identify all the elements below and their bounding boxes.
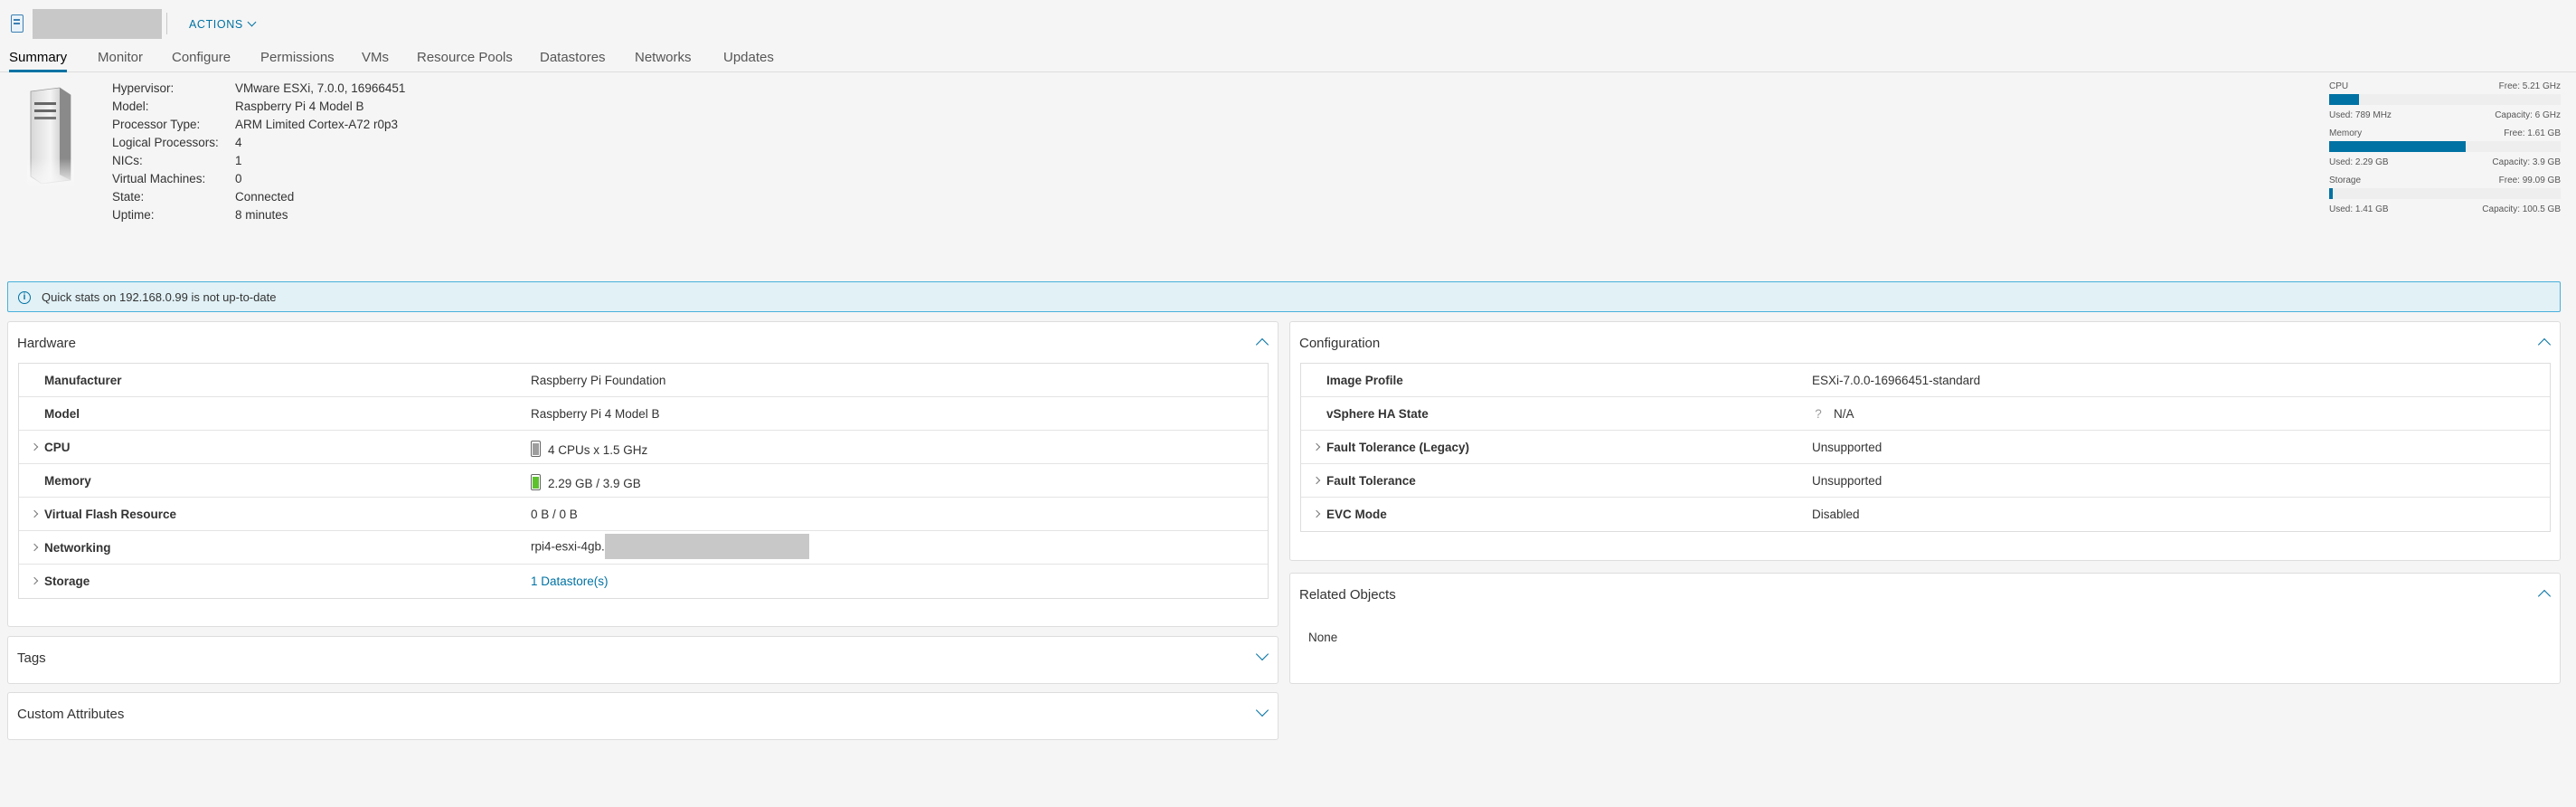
actions-menu-button[interactable]: ACTIONS <box>189 17 257 31</box>
cfg-row-ha-state: vSphere HA State ? N/A <box>1301 397 2550 431</box>
hostname-redacted <box>604 534 809 559</box>
prop-model: Model: Raspberry Pi 4 Model B <box>112 100 364 113</box>
expand-ft-icon[interactable] <box>1312 476 1321 485</box>
prop-hypervisor: Hypervisor: VMware ESXi, 7.0.0, 16966451 <box>112 81 406 95</box>
host-properties: Hypervisor: VMware ESXi, 7.0.0, 16966451 … <box>112 80 405 224</box>
prop-uptime: Uptime: 8 minutes <box>112 208 288 222</box>
hardware-card: Hardware Manufacturer Raspberry Pi Found… <box>7 321 1279 627</box>
hardware-title: Hardware <box>17 336 77 351</box>
prop-state: State: Connected <box>112 190 295 204</box>
expand-tags-icon[interactable] <box>1255 647 1269 661</box>
hw-row-cpu: CPU 4 CPUs x 1.5 GHz <box>19 431 1268 464</box>
memory-stat: Memory Free: 1.61 GB Used: 2.29 GB Capac… <box>2329 128 2561 167</box>
tab-vms[interactable]: VMs <box>362 50 389 72</box>
tab-monitor[interactable]: Monitor <box>98 50 143 72</box>
custom-attributes-title: Custom Attributes <box>17 707 125 722</box>
info-icon: i <box>18 291 31 304</box>
expand-cpu-icon[interactable] <box>30 442 39 451</box>
storage-stat: Storage Free: 99.09 GB Used: 1.41 GB Cap… <box>2329 176 2561 214</box>
object-header: ACTIONS <box>0 0 2576 45</box>
custom-attributes-card: Custom Attributes <box>7 692 1279 740</box>
tags-card: Tags <box>7 636 1279 684</box>
hardware-grid: Manufacturer Raspberry Pi Foundation Mod… <box>18 363 1269 599</box>
expand-ft-legacy-icon[interactable] <box>1312 442 1321 451</box>
alert-message: Quick stats on 192.168.0.99 is not up-to… <box>42 290 277 304</box>
cpu-usage-battery-icon <box>531 441 541 457</box>
related-objects-none: None <box>1308 631 1338 644</box>
info-alert: i Quick stats on 192.168.0.99 is not up-… <box>7 281 2561 312</box>
cpu-stat: CPU Free: 5.21 GHz Used: 789 MHz Capacit… <box>2329 81 2561 120</box>
tab-datastores[interactable]: Datastores <box>540 50 606 72</box>
hw-row-storage: Storage 1 Datastore(s) <box>19 565 1268 598</box>
tab-resource-pools[interactable]: Resource Pools <box>417 50 513 72</box>
actions-label: ACTIONS <box>189 18 243 31</box>
prop-processor-type: Processor Type: ARM Limited Cortex-A72 r0… <box>112 118 399 131</box>
host-name-redacted <box>33 9 162 39</box>
cfg-row-ft-legacy: Fault Tolerance (Legacy) Unsupported <box>1301 431 2550 464</box>
expand-storage-icon[interactable] <box>30 576 39 585</box>
related-objects-card: Related Objects None <box>1289 573 2561 684</box>
server-icon <box>27 87 74 187</box>
memory-usage-bar <box>2329 141 2561 152</box>
hw-row-manufacturer: Manufacturer Raspberry Pi Foundation <box>19 364 1268 397</box>
question-icon: ? <box>1815 407 1822 421</box>
hw-row-memory: Memory 2.29 GB / 3.9 GB <box>19 464 1268 498</box>
collapse-related-objects-icon[interactable] <box>2537 589 2552 603</box>
expand-evc-mode-icon[interactable] <box>1312 509 1321 518</box>
tab-networks[interactable]: Networks <box>635 50 692 72</box>
tab-updates[interactable]: Updates <box>723 50 774 72</box>
host-icon <box>11 14 24 33</box>
expand-custom-attributes-icon[interactable] <box>1255 703 1269 717</box>
hw-row-networking: Networking rpi4-esxi-4gb. <box>19 531 1268 565</box>
storage-usage-bar <box>2329 188 2561 199</box>
tags-title: Tags <box>17 650 46 666</box>
expand-virtual-flash-icon[interactable] <box>30 509 39 518</box>
configuration-title: Configuration <box>1299 336 1381 351</box>
tab-summary[interactable]: Summary <box>9 50 68 72</box>
collapse-configuration-icon[interactable] <box>2537 337 2552 352</box>
resource-stats: CPU Free: 5.21 GHz Used: 789 MHz Capacit… <box>2329 81 2561 223</box>
cfg-row-evc-mode: EVC Mode Disabled <box>1301 498 2550 531</box>
configuration-card: Configuration Image Profile ESXi-7.0.0-1… <box>1289 321 2561 561</box>
hw-row-model: Model Raspberry Pi 4 Model B <box>19 397 1268 431</box>
related-objects-title: Related Objects <box>1299 587 1396 603</box>
tab-configure[interactable]: Configure <box>172 50 231 72</box>
datastores-link[interactable]: 1 Datastore(s) <box>531 574 609 588</box>
tab-permissions[interactable]: Permissions <box>260 50 335 72</box>
prop-virtual-machines: Virtual Machines: 0 <box>112 172 242 185</box>
tab-bar: Summary Monitor Configure Permissions VM… <box>0 45 2576 72</box>
memory-usage-battery-icon <box>531 474 541 490</box>
hw-row-virtual-flash: Virtual Flash Resource 0 B / 0 B <box>19 498 1268 531</box>
configuration-grid: Image Profile ESXi-7.0.0-16966451-standa… <box>1300 363 2551 532</box>
expand-networking-icon[interactable] <box>30 543 39 552</box>
prop-nics: NICs: 1 <box>112 154 242 167</box>
cpu-usage-bar <box>2329 94 2561 105</box>
collapse-hardware-icon[interactable] <box>1255 337 1269 352</box>
cfg-row-ft: Fault Tolerance Unsupported <box>1301 464 2550 498</box>
cfg-row-image-profile: Image Profile ESXi-7.0.0-16966451-standa… <box>1301 364 2550 397</box>
chevron-down-icon <box>247 17 257 27</box>
divider <box>166 13 167 34</box>
prop-logical-processors: Logical Processors: 4 <box>112 136 242 149</box>
